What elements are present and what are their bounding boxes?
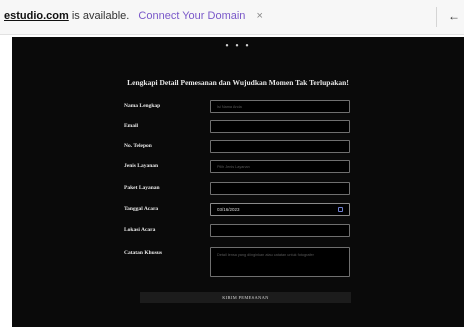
email-field[interactable] <box>210 120 350 133</box>
lokasi-label: Lokasi Acara <box>124 227 156 233</box>
field-row-lokasi: Lokasi Acara <box>12 224 464 240</box>
field-row-email: Email <box>12 120 464 136</box>
tanggal-label: Tanggal Acara <box>124 206 159 212</box>
catatan-label: Catatan Khusus <box>124 250 163 256</box>
calendar-icon[interactable] <box>338 207 343 212</box>
field-row-telepon: No. Telepon <box>12 140 464 156</box>
submit-button[interactable]: KIRIM PEMESANAN <box>140 292 351 303</box>
field-row-paket: Paket Layanan <box>12 182 464 198</box>
divider <box>436 7 437 27</box>
paket-select[interactable] <box>210 182 350 195</box>
layanan-label: Jenis Layanan <box>124 163 159 169</box>
close-icon[interactable]: × <box>256 10 262 22</box>
nama-input[interactable]: Isi Nama Anda <box>210 100 350 113</box>
lokasi-field[interactable] <box>210 224 350 237</box>
field-row-catatan: Catatan Khusus Detail lensa yang diingin… <box>12 247 464 277</box>
field-row-layanan: Jenis Layanan Pilih Jenis Layanan <box>12 160 464 176</box>
tanggal-date-input[interactable]: 03/16/2023 <box>210 203 350 216</box>
form-title: Lengkapi Detail Pemesanan dan Wujudkan M… <box>127 78 349 87</box>
telepon-label: No. Telepon <box>124 143 152 149</box>
field-row-tanggal: Tanggal Acara 03/16/2023 <box>12 203 464 219</box>
telepon-field[interactable] <box>210 140 350 153</box>
layanan-select[interactable]: Pilih Jenis Layanan <box>210 160 350 173</box>
domain-notification-bar: estudio.com is available. Connect Your D… <box>0 0 464 35</box>
tanggal-value: 03/16/2023 <box>217 207 240 212</box>
catatan-textarea[interactable]: Detail lensa yang diinginkan atau catata… <box>210 247 350 277</box>
connect-domain-link[interactable]: Connect Your Domain <box>138 10 245 22</box>
booking-page: • • • Lengkapi Detail Pemesanan dan Wuju… <box>12 37 464 327</box>
availability-text: is available. <box>68 10 130 22</box>
field-row-nama: Nama Lengkap Isi Nama Anda <box>12 100 464 116</box>
notification-text: estudio.com is available. Connect Your D… <box>4 10 263 22</box>
domain-name[interactable]: estudio.com <box>4 10 69 22</box>
nama-label: Nama Lengkap <box>124 103 161 109</box>
email-label: Email <box>124 123 139 129</box>
paket-label: Paket Layanan <box>124 185 160 191</box>
back-arrow-icon[interactable]: ← <box>448 9 460 23</box>
ellipsis-menu-icon[interactable]: • • • <box>12 41 464 52</box>
